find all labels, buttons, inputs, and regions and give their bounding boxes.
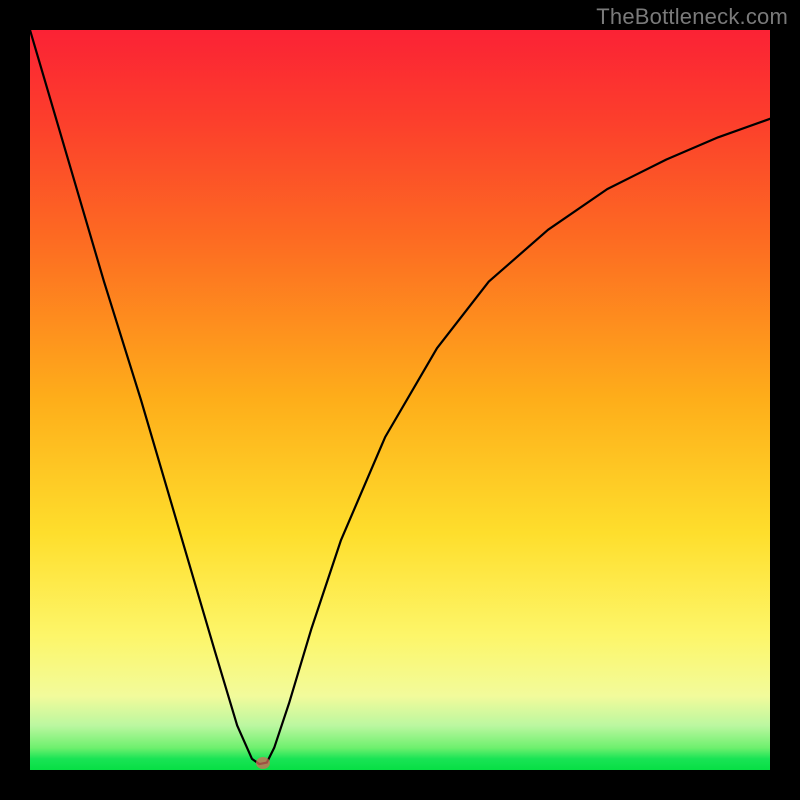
watermark-text: TheBottleneck.com [596,4,788,30]
plot-area [30,30,770,770]
bottleneck-curve [30,30,770,770]
chart-frame: TheBottleneck.com [0,0,800,800]
minimum-marker [256,757,270,769]
curve-path [30,30,770,764]
